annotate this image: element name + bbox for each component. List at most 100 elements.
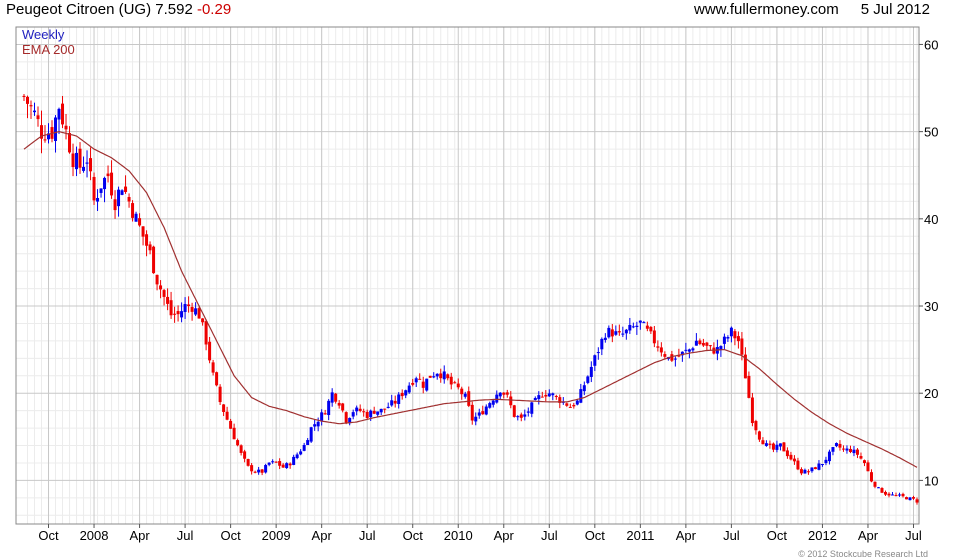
candle-body [904, 497, 908, 500]
candle-body [435, 373, 439, 377]
candle-body [810, 467, 814, 472]
candle-body [113, 199, 117, 211]
candle-body [439, 373, 443, 379]
candle-body [572, 404, 576, 407]
candle-body [747, 375, 751, 398]
x-tick-label: 2011 [626, 528, 654, 543]
candle-body [481, 411, 485, 415]
candle-body [897, 494, 901, 496]
candle-body [845, 448, 849, 451]
x-tick-label: Apr [129, 528, 150, 543]
x-tick-label: Jul [541, 528, 558, 543]
candle-body [337, 402, 341, 406]
candle-body [264, 465, 268, 473]
candle-body [117, 189, 121, 207]
candle-body [236, 440, 240, 446]
candle-body [43, 139, 47, 141]
candle-body [127, 197, 131, 202]
candle-body [880, 488, 884, 493]
candle-body [750, 397, 754, 424]
candle-body [579, 389, 583, 403]
candle-body [187, 304, 191, 306]
candle-body [652, 330, 656, 344]
candle-body [568, 406, 572, 408]
candle-body [239, 445, 243, 453]
candle-body [57, 108, 61, 120]
candle-body [841, 448, 845, 450]
candle-body [467, 391, 471, 406]
candle-body [824, 459, 828, 464]
candle-body [687, 349, 691, 352]
x-tick-label: Oct [767, 528, 788, 543]
candle-body [386, 406, 390, 408]
candle-body [551, 393, 555, 396]
candle-body [309, 427, 313, 442]
x-tick-label: Jul [905, 528, 922, 543]
candle-body [733, 331, 737, 339]
candle-body [586, 376, 590, 383]
candle-body [523, 414, 527, 417]
legend-ema-200: EMA 200 [22, 42, 75, 57]
candle-body [778, 443, 782, 447]
candle-body [162, 290, 166, 297]
candle-body [827, 451, 831, 462]
legend-weekly: Weekly [22, 27, 65, 42]
candle-body [166, 296, 170, 304]
candle-body [393, 400, 397, 404]
candle-body [334, 393, 338, 402]
candle-body [901, 493, 905, 497]
candle-body [736, 336, 740, 342]
candle-body [141, 226, 145, 237]
candle-body [771, 443, 775, 450]
candle-body [246, 459, 250, 466]
candle-body [642, 322, 646, 324]
candle-body [803, 469, 807, 474]
candle-body [292, 456, 296, 465]
candle-body [575, 400, 579, 405]
candle-body [232, 427, 236, 440]
candle-body [355, 407, 359, 412]
candle-body [299, 451, 303, 455]
candle-body [229, 420, 233, 429]
candle-body [610, 329, 614, 337]
candle-body [526, 411, 530, 413]
candle-body [379, 408, 383, 413]
candle-body [757, 431, 761, 440]
candle-body [215, 372, 219, 386]
candle-body [320, 412, 324, 421]
candle-body [453, 382, 457, 384]
candle-body [288, 463, 292, 466]
candle-body [369, 410, 373, 418]
candle-body [194, 308, 198, 315]
candle-body [820, 464, 824, 466]
candle-body [470, 404, 474, 421]
candle-body [250, 465, 254, 472]
candle-body [530, 402, 534, 414]
candle-body [477, 412, 481, 416]
candle-body [418, 378, 422, 380]
candle-body [71, 153, 75, 168]
copyright-notice: © 2012 Stockcube Research Ltd [798, 549, 928, 559]
candle-body [600, 338, 604, 350]
x-tick-label: 2010 [444, 528, 473, 543]
candle-body [691, 348, 695, 351]
candle-body [698, 340, 702, 345]
candle-body [36, 115, 40, 120]
candle-body [404, 390, 408, 396]
candle-body [225, 411, 229, 420]
candle-body [862, 460, 866, 464]
candle-body [131, 203, 135, 218]
y-tick-label: 40 [924, 212, 938, 227]
candle-body [915, 499, 919, 503]
candle-body [253, 471, 257, 473]
candle-body [159, 285, 163, 290]
candle-body [341, 403, 345, 411]
candle-body [306, 440, 310, 446]
candle-body [624, 329, 628, 334]
candle-body [761, 440, 765, 445]
candle-body [190, 307, 194, 312]
candle-body [565, 403, 569, 406]
candle-body [593, 355, 597, 366]
candle-body [831, 447, 835, 452]
candle-body [120, 190, 124, 195]
